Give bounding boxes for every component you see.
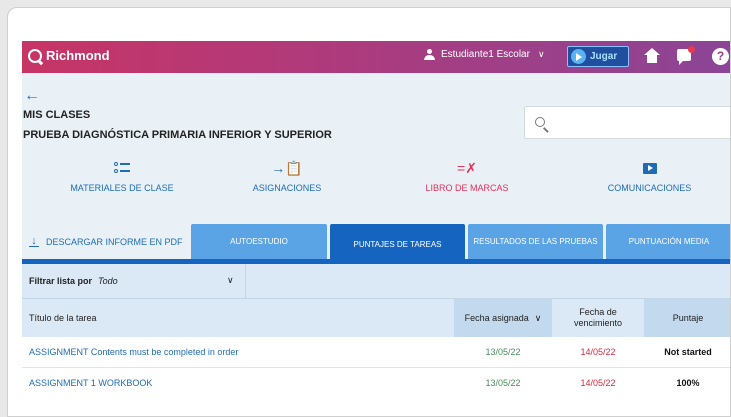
column-score: Puntaje bbox=[644, 299, 730, 337]
column-assigned-label: Fecha asignada bbox=[464, 313, 529, 323]
list-icon bbox=[114, 162, 130, 174]
brand-name: Richmond bbox=[46, 48, 110, 63]
play-button[interactable]: Jugar bbox=[567, 46, 629, 67]
help-icon[interactable]: ? bbox=[712, 48, 729, 65]
nav-label: LIBRO DE MARCAS bbox=[425, 183, 509, 193]
filter-label: Filtrar lista por bbox=[29, 276, 93, 286]
filter-select[interactable]: Todo bbox=[98, 276, 118, 286]
presentation-icon bbox=[642, 162, 657, 174]
assignment-icon: →📋 bbox=[271, 159, 303, 176]
class-nav: MATERIALES DE CLASE →📋 ASIGNACIONES =✗ L… bbox=[22, 159, 730, 204]
nav-label: COMUNICACIONES bbox=[607, 183, 692, 193]
tab-assignment-scores[interactable]: PUNTAJES DE TAREAS bbox=[330, 224, 465, 264]
chevron-down-icon: ∨ bbox=[537, 49, 545, 59]
tab-self-study[interactable]: AUTOESTUDIO bbox=[191, 224, 327, 259]
user-name: Estudiante1 Escolar bbox=[441, 49, 530, 60]
tab-test-results[interactable]: RESULTADOS DE LAS PRUEBAS bbox=[468, 224, 603, 259]
app-container: Richmond Estudiante1 Escolar ∨ Jugar ? ←… bbox=[22, 41, 730, 398]
chevron-down-icon[interactable]: ∨ bbox=[227, 275, 234, 286]
column-assigned-date[interactable]: Fecha asignada ∨ bbox=[454, 299, 552, 337]
gradebook-icon: =✗ bbox=[457, 159, 477, 176]
due-date: 14/05/22 bbox=[580, 378, 616, 388]
nav-assignments[interactable]: →📋 ASIGNACIONES bbox=[232, 159, 342, 194]
assignment-link[interactable]: ASSIGNMENT 1 WORKBOOK bbox=[29, 378, 152, 388]
nav-gradebook[interactable]: =✗ LIBRO DE MARCAS bbox=[412, 159, 522, 194]
table-row: ASSIGNMENT Contents must be completed in… bbox=[22, 337, 730, 368]
filter-bar: Filtrar lista por Todo ∨ bbox=[22, 264, 730, 299]
score: 100% bbox=[676, 378, 700, 388]
gradebook-tabs: ↓ DESCARGAR INFORME EN PDF AUTOESTUDIO P… bbox=[22, 224, 730, 264]
download-icon: ↓ bbox=[29, 235, 39, 247]
notification-dot bbox=[688, 46, 695, 53]
nav-label: ASIGNACIONES bbox=[252, 183, 322, 193]
sort-chevron-icon: ∨ bbox=[534, 312, 542, 323]
assigned-date: 13/05/22 bbox=[485, 378, 521, 388]
browser-frame: Richmond Estudiante1 Escolar ∨ Jugar ? ←… bbox=[7, 7, 731, 417]
home-icon[interactable] bbox=[644, 48, 660, 64]
richmond-logo[interactable]: Richmond bbox=[28, 48, 110, 63]
search-input[interactable] bbox=[524, 106, 730, 139]
score: Not started bbox=[664, 347, 712, 357]
nav-communications[interactable]: COMUNICACIONES bbox=[592, 159, 707, 193]
assignment-link[interactable]: ASSIGNMENT Contents must be completed in… bbox=[29, 347, 238, 357]
table-row: ASSIGNMENT 1 WORKBOOK 13/05/22 14/05/22 … bbox=[22, 368, 730, 398]
back-arrow-icon[interactable]: ← bbox=[24, 87, 40, 105]
due-date: 14/05/22 bbox=[580, 347, 616, 357]
column-due-date[interactable]: Fecha de vencimiento bbox=[552, 299, 644, 337]
assigned-date: 13/05/22 bbox=[485, 347, 521, 357]
section-title: MIS CLASES bbox=[23, 109, 91, 121]
logo-icon bbox=[28, 48, 42, 63]
column-due-line2: vencimiento bbox=[573, 318, 623, 328]
messages-icon[interactable] bbox=[677, 46, 695, 65]
tab-average-score[interactable]: PUNTUACIÓN MEDIA bbox=[606, 224, 730, 259]
top-bar: Richmond Estudiante1 Escolar ∨ Jugar ? bbox=[22, 41, 730, 73]
download-pdf-button[interactable]: ↓ DESCARGAR INFORME EN PDF bbox=[29, 224, 183, 259]
class-title: PRUEBA DIAGNÓSTICA PRIMARIA INFERIOR Y S… bbox=[23, 129, 332, 141]
user-icon bbox=[424, 49, 435, 60]
divider bbox=[245, 264, 246, 299]
play-label: Jugar bbox=[590, 51, 618, 62]
download-label: DESCARGAR INFORME EN PDF bbox=[46, 236, 183, 247]
nav-label: MATERIALES DE CLASE bbox=[70, 183, 174, 193]
nav-materials[interactable]: MATERIALES DE CLASE bbox=[62, 159, 182, 193]
search-icon bbox=[535, 117, 545, 127]
table-header: Título de la tarea Fecha asignada ∨ Fech… bbox=[22, 299, 730, 337]
play-icon bbox=[571, 49, 586, 64]
column-due-line1: Fecha de bbox=[579, 307, 617, 317]
user-menu[interactable]: Estudiante1 Escolar ∨ bbox=[424, 49, 545, 60]
column-title: Título de la tarea bbox=[29, 313, 97, 323]
